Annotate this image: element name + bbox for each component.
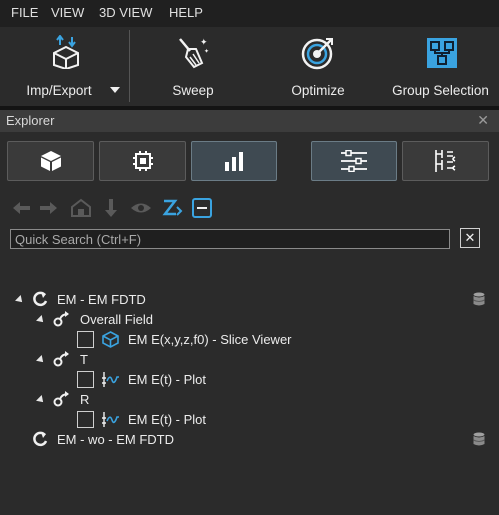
down-arrow-icon[interactable]: [100, 197, 122, 219]
forward-arrow-icon[interactable]: [38, 197, 60, 219]
refresh-cycle-icon: [33, 431, 48, 447]
bar-chart-icon: [225, 152, 243, 171]
target-icon: [301, 38, 333, 70]
database-icon: [473, 292, 485, 306]
group-selection-label: Group Selection: [392, 83, 489, 98]
ribbon-separator: [129, 30, 130, 102]
explorer-title: Explorer: [6, 113, 55, 128]
back-arrow-icon[interactable]: [10, 197, 32, 219]
tree-hierarchy-icon: [434, 150, 455, 172]
svg-text:✦: ✦: [204, 48, 209, 55]
expand-caret-icon[interactable]: [36, 315, 46, 325]
sweep-button[interactable]: ✦ ✦ Sweep: [150, 27, 236, 106]
plot-icon: [102, 372, 119, 387]
refresh-cycle-icon: [33, 291, 48, 307]
menu-bar: FILE VIEW 3D VIEW HELP: [0, 0, 499, 27]
expand-caret-icon[interactable]: [36, 395, 46, 405]
slice-viewer-cube-icon: [102, 331, 119, 348]
tab-geometry[interactable]: [7, 141, 94, 181]
sweep-label: Sweep: [172, 83, 214, 98]
plot-icon: [102, 412, 119, 427]
sort-z-icon[interactable]: [161, 197, 183, 219]
branch-arrow-icon: [53, 311, 69, 327]
tree-item-em-fdtd[interactable]: EM - EM FDTD: [57, 292, 146, 312]
imp-export-button[interactable]: Imp/Export: [0, 27, 130, 106]
cube-icon: [40, 151, 61, 171]
tree-item-r-plot[interactable]: EM E(t) - Plot: [128, 412, 206, 432]
search-clear-icon[interactable]: ✕: [460, 228, 480, 248]
tree-item-t-plot[interactable]: EM E(t) - Plot: [128, 372, 206, 392]
collapse-all-icon[interactable]: [191, 197, 213, 219]
tree-item-r[interactable]: R: [80, 392, 89, 412]
group-selection-button[interactable]: Group Selection: [390, 27, 499, 106]
database-icon: [473, 432, 485, 446]
checkbox[interactable]: [77, 411, 94, 428]
optimize-label: Optimize: [291, 83, 345, 98]
chip-icon: [132, 151, 153, 171]
explorer-panel-header: Explorer ✕: [0, 110, 499, 132]
tree-item-slice-viewer[interactable]: EM E(x,y,z,f0) - Slice Viewer: [128, 332, 292, 352]
eye-icon[interactable]: [130, 197, 152, 219]
sliders-icon: [341, 150, 367, 172]
tab-settings[interactable]: [311, 141, 397, 181]
tab-simulation[interactable]: [99, 141, 186, 181]
broom-icon: ✦ ✦: [179, 38, 209, 69]
menu-view[interactable]: VIEW: [51, 5, 84, 20]
close-icon[interactable]: ✕: [477, 112, 489, 129]
svg-text:✦: ✦: [200, 38, 208, 48]
tab-results[interactable]: [191, 141, 277, 181]
search-input[interactable]: Quick Search (Ctrl+F): [10, 229, 450, 249]
checkbox[interactable]: [77, 331, 94, 348]
optimize-button[interactable]: Optimize: [275, 27, 361, 106]
branch-arrow-icon: [53, 351, 69, 367]
home-icon[interactable]: [70, 197, 92, 219]
imp-export-dropdown-arrow[interactable]: [110, 87, 120, 93]
ribbon-toolbar: Imp/Export ✦ ✦ Sweep Optimize Group Sele…: [0, 27, 499, 106]
branch-arrow-icon: [53, 391, 69, 407]
group-selection-icon: [427, 38, 457, 68]
checkbox[interactable]: [77, 371, 94, 388]
tree-item-t[interactable]: T: [80, 352, 88, 372]
tree-item-em-wo[interactable]: EM - wo - EM FDTD: [57, 432, 174, 452]
imp-export-icon: [53, 35, 79, 69]
expand-caret-icon[interactable]: [15, 295, 25, 305]
tab-hierarchy[interactable]: [402, 141, 489, 181]
expand-caret-icon[interactable]: [36, 355, 46, 365]
menu-3d-view[interactable]: 3D VIEW: [99, 5, 152, 20]
menu-file[interactable]: FILE: [11, 5, 38, 20]
tree-item-overall-field[interactable]: Overall Field: [80, 312, 153, 332]
menu-help[interactable]: HELP: [169, 5, 203, 20]
